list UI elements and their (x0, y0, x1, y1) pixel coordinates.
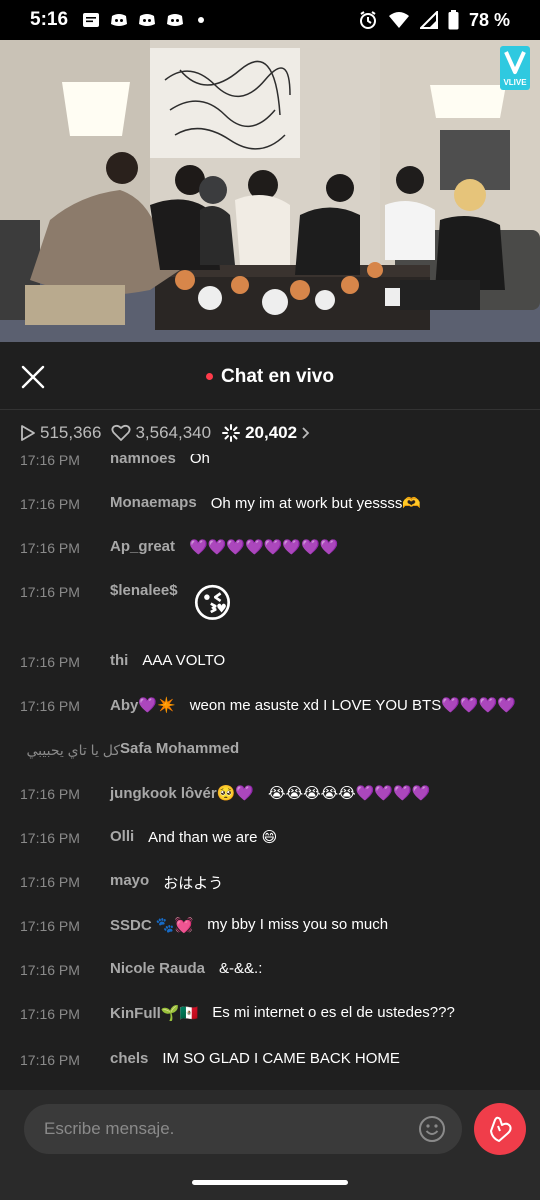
chat-message: 17:16 PM Ap_great 💜💜💜💜💜💜💜💜 (0, 538, 540, 556)
chat-message: 17:16 PM namnoes Oh (0, 454, 540, 468)
message-time: 17:16 PM (20, 786, 80, 802)
plays-count: 515,366 (40, 423, 102, 442)
close-icon[interactable] (20, 364, 46, 390)
chat-message: 17:16 PM mayo おはよう (0, 872, 540, 893)
message-username[interactable]: KinFull🌱🇲🇽 (110, 1004, 198, 1022)
chevron-right-icon (302, 427, 310, 439)
message-input-bar (0, 1090, 540, 1200)
plays-stat: 515,366 (20, 423, 101, 443)
heart-icon (111, 424, 131, 441)
status-time: 5:16 (30, 9, 69, 30)
message-time: 17:16 PM (20, 1006, 80, 1022)
wifi-icon (388, 12, 409, 28)
message-username[interactable]: Olli (110, 828, 134, 845)
message-time: 17:16 PM (20, 540, 80, 556)
message-time: 17:16 PM (20, 962, 80, 978)
message-time: 17:16 PM (20, 1052, 80, 1068)
live-video[interactable]: VLIVE (0, 40, 540, 342)
message-text: weon me asuste xd I LOVE YOU BTS💜💜💜💜 (189, 697, 516, 714)
viewers-count: 20,402 (245, 423, 298, 442)
play-icon (21, 425, 35, 441)
chat-message: 17:16 PM jungkook lôvér🥺💜 😭😭😭😭😭💜💜💜💜 (0, 784, 540, 802)
discord-icon (111, 14, 128, 26)
chat-message: كل يا تاي يحبيبي Safa Mohammed (0, 740, 540, 759)
chat-title: Chat en vivo (221, 365, 334, 387)
chat-title-wrap: Chat en vivo (206, 366, 334, 388)
message-time: 17:16 PM (20, 654, 80, 670)
message-text: &-&&.: (219, 960, 263, 977)
battery-percent: 78 % (468, 9, 510, 30)
chat-message: 17:16 PM chels IM SO GLAD I CAME BACK HO… (0, 1050, 540, 1068)
message-text: كل يا تاي يحبيبي (26, 742, 121, 758)
discord-icon (139, 14, 156, 26)
message-text: And than we are 😄 (148, 829, 278, 846)
message-text: 💜💜💜💜💜💜💜💜 (189, 539, 339, 556)
message-username[interactable]: jungkook lôvér🥺💜 (110, 784, 254, 802)
message-time: 17:16 PM (20, 874, 80, 890)
message-text: Oh (189, 454, 210, 467)
chat-message: 17:16 PM Olli And than we are 😄 (0, 828, 540, 846)
chat-header: Chat en vivo (0, 344, 540, 410)
video-frame-image (0, 40, 540, 342)
message-text: Oh my im at work but yessss🫶 (210, 495, 422, 512)
message-text: AAA VOLTO (142, 652, 226, 669)
message-text: 😭😭😭😭😭💜💜💜💜 (268, 785, 431, 802)
message-time: 17:16 PM (20, 584, 80, 600)
message-username[interactable]: Ap_great (110, 538, 175, 555)
chat-message: 17:16 PM SSDC 🐾💓 my bby I miss you so mu… (0, 916, 540, 934)
chat-message: 17:16 PM Nicole Rauda &-&&.: (0, 960, 540, 978)
battery-icon (448, 10, 459, 30)
status-bar: 5:16 78 % (0, 0, 540, 40)
chat-message: 17:16 PM Monaemaps Oh my im at work but … (0, 494, 540, 512)
message-text: Es mi internet o es el de ustedes??? (212, 1004, 455, 1021)
signal-icon (419, 11, 438, 29)
message-username[interactable]: Monaemaps (110, 494, 197, 511)
stats-bar: 515,366 3,564,340 20,402 (0, 412, 540, 454)
viewers-stat[interactable]: 20,402 (221, 423, 311, 443)
message-time: 17:16 PM (20, 698, 80, 714)
message-time: 17:16 PM (20, 454, 80, 468)
live-dot-icon (206, 373, 213, 380)
message-username[interactable]: thi (110, 652, 128, 669)
alarm-icon (359, 11, 376, 29)
message-username[interactable]: namnoes (110, 454, 176, 467)
message-sticker: 😘 (191, 582, 234, 626)
message-username[interactable]: Aby💜✴️ (110, 696, 176, 714)
svg-text:VLIVE: VLIVE (503, 78, 527, 87)
notification-dot-icon (198, 17, 205, 23)
status-right: 78 % (358, 10, 510, 31)
message-username[interactable]: SSDC 🐾💓 (110, 916, 193, 934)
message-input[interactable] (24, 1104, 462, 1154)
message-username[interactable]: $lenalee$ (110, 582, 178, 599)
discord-icon (167, 14, 184, 26)
chat-message: 17:16 PM $lenalee$ 😘 (0, 582, 540, 626)
chat-list[interactable]: 17:16 PM namnoes Oh 17:16 PM Monaemaps O… (0, 454, 540, 1088)
message-time: 17:16 PM (20, 830, 80, 846)
home-indicator[interactable] (192, 1180, 348, 1185)
heart-button[interactable] (474, 1103, 526, 1155)
finger-heart-icon (490, 1116, 512, 1142)
message-username[interactable]: Safa Mohammed (120, 740, 239, 757)
message-time: 17:16 PM (20, 496, 80, 512)
emoji-icon[interactable] (418, 1115, 446, 1143)
page: 5:16 78 % VLIVE Chat en vivo 515,366 3,5… (0, 0, 540, 1200)
chat-message: 17:16 PM Aby💜✴️ weon me asuste xd I LOVE… (0, 696, 540, 714)
message-username[interactable]: Nicole Rauda (110, 960, 205, 977)
message-text: my bby I miss you so much (207, 916, 389, 933)
chat-message: 17:16 PM KinFull🌱🇲🇽 Es mi internet o es … (0, 1004, 540, 1022)
message-text: IM SO GLAD I CAME BACK HOME (162, 1050, 400, 1067)
message-time: 17:16 PM (20, 918, 80, 934)
likes-count: 3,564,340 (135, 423, 212, 442)
likes-stat: 3,564,340 (111, 423, 211, 443)
sparkle-icon (222, 424, 241, 442)
message-text: おはよう (163, 875, 224, 892)
message-icon (83, 13, 100, 27)
vlive-logo-icon: VLIVE (500, 46, 530, 90)
message-username[interactable]: mayo (110, 872, 149, 889)
message-username[interactable]: chels (110, 1050, 148, 1067)
chat-message: 17:16 PM thi AAA VOLTO (0, 652, 540, 670)
